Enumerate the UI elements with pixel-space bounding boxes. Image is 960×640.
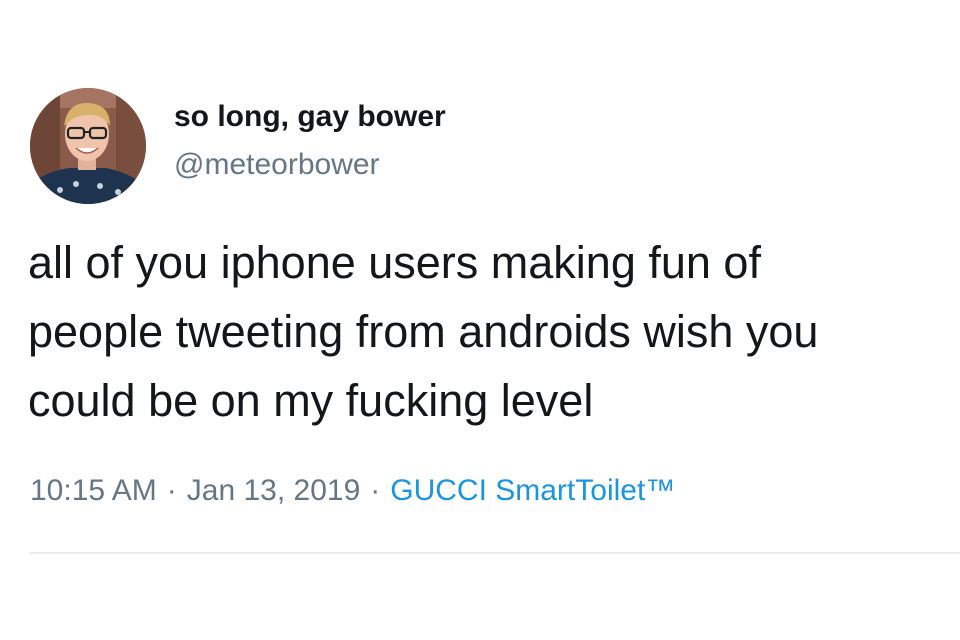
- avatar-photo-icon: [30, 88, 146, 204]
- author-display-name[interactable]: so long, gay bower: [174, 100, 446, 134]
- tweet-source-link[interactable]: GUCCI SmartToilet™: [390, 474, 675, 507]
- avatar[interactable]: [30, 88, 146, 204]
- tweet-text: all of you iphone users making fun of pe…: [28, 228, 953, 435]
- tweet-metadata: 10:15 AM · Jan 13, 2019 · GUCCI SmartToilet™: [30, 474, 675, 508]
- author-handle[interactable]: @meteorbower: [174, 148, 380, 182]
- tweet-date[interactable]: Jan 13, 2019: [187, 474, 360, 507]
- tweet-text-line: could be on my fucking level: [28, 375, 594, 426]
- meta-separator: ·: [370, 474, 381, 507]
- tweet-card: so long, gay bower @meteorbower all of y…: [0, 0, 960, 640]
- meta-separator: ·: [166, 474, 177, 507]
- tweet-text-line: all of you iphone users making fun of: [28, 237, 761, 288]
- divider: [30, 552, 960, 554]
- tweet-text-line: people tweeting from androids wish you: [28, 306, 819, 357]
- tweet-time[interactable]: 10:15 AM: [30, 474, 157, 507]
